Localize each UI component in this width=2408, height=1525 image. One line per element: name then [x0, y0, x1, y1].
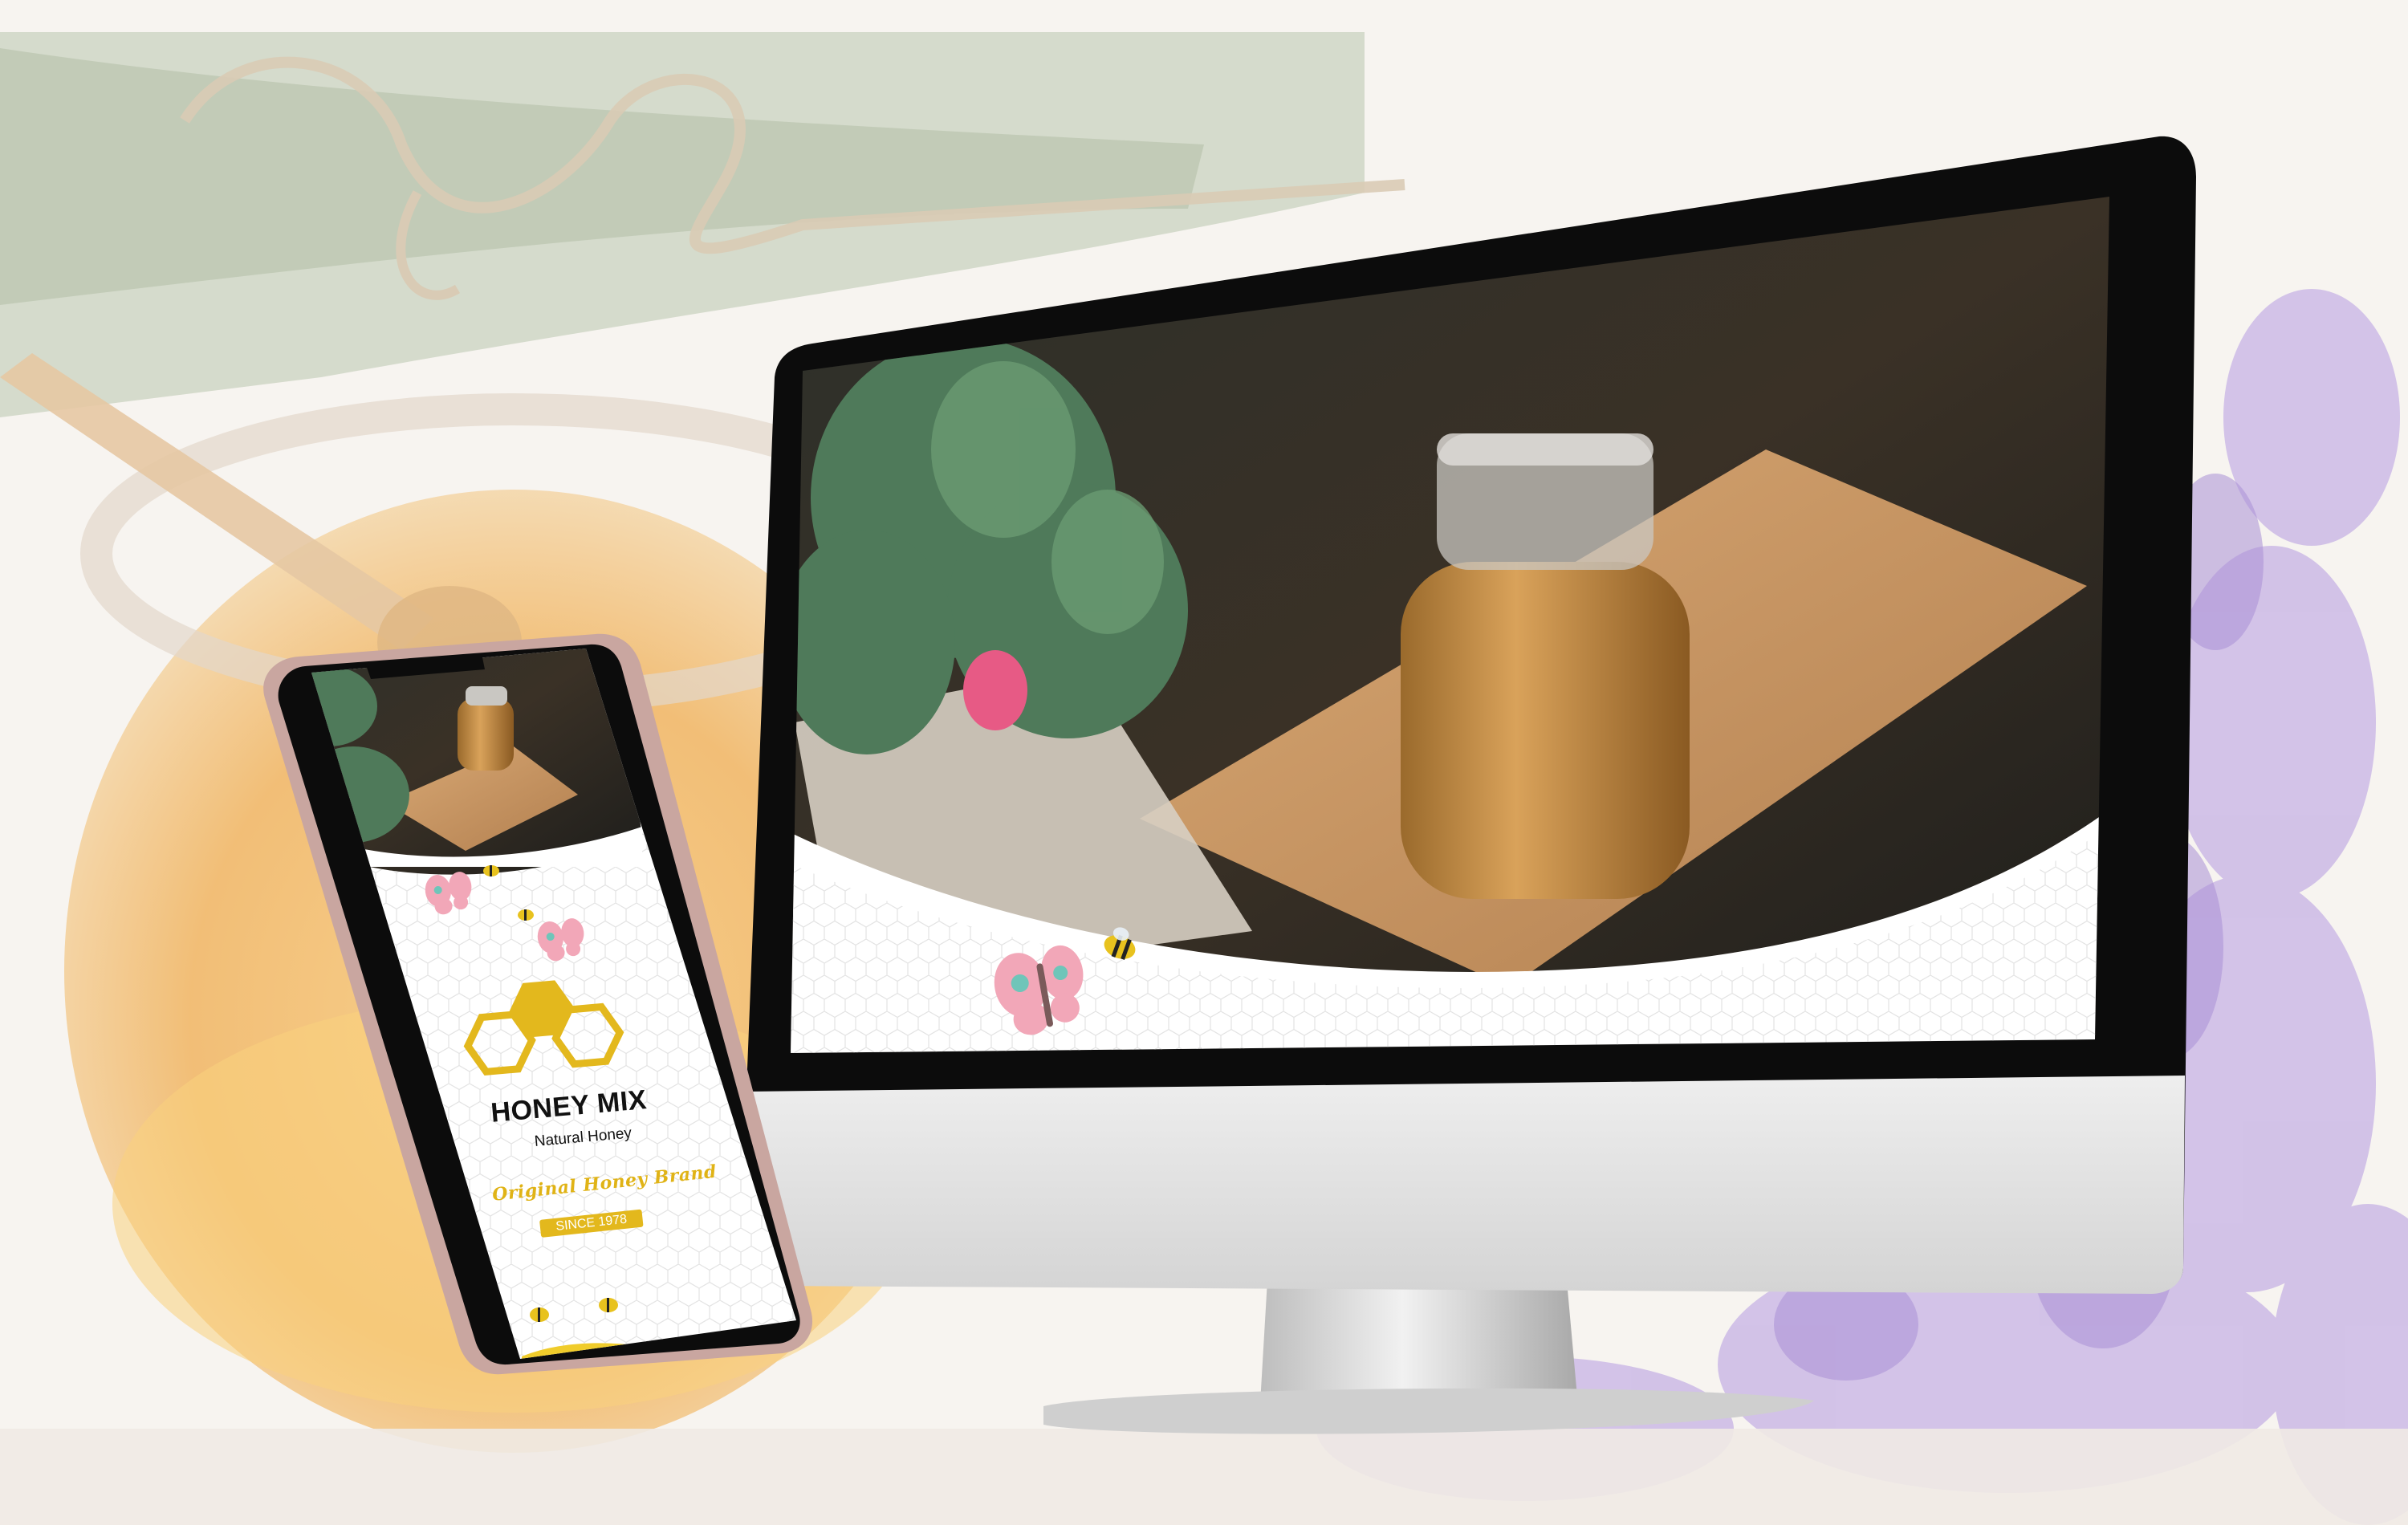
monitor-chin [740, 1076, 2185, 1294]
bee-icon [599, 1298, 618, 1312]
bee-icon [483, 865, 499, 876]
bee-icon [518, 909, 534, 921]
mockup-scene [0, 0, 2408, 1525]
bee-icon [530, 1307, 549, 1322]
desktop-monitor [739, 136, 2197, 1434]
